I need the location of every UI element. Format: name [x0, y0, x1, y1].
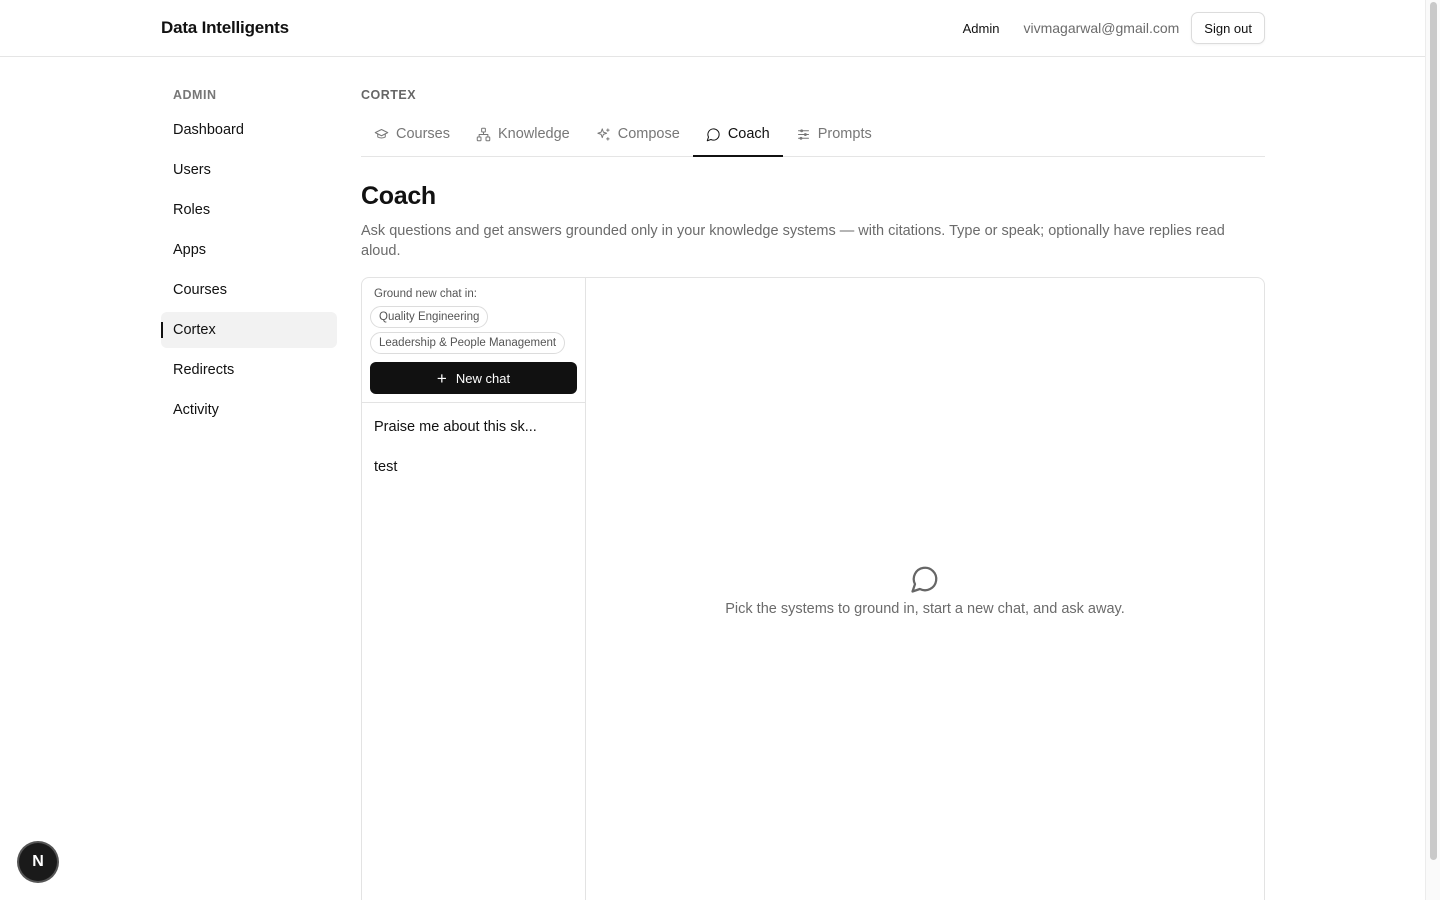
admin-link[interactable]: Admin	[963, 21, 1000, 36]
sidebar-item-apps[interactable]: Apps	[161, 232, 337, 268]
chat-history-list: Praise me about this sk... test	[362, 403, 585, 491]
message-circle-icon	[911, 566, 938, 593]
chat-area: Pick the systems to ground in, start a n…	[586, 278, 1264, 900]
sidebar-item-cortex[interactable]: Cortex	[161, 312, 337, 348]
tab-knowledge[interactable]: Knowledge	[463, 112, 583, 156]
tab-label: Compose	[617, 126, 680, 142]
page-description: Ask questions and get answers grounded o…	[361, 223, 1225, 259]
sidebar-item-activity[interactable]: Activity	[161, 392, 337, 428]
breadcrumb: CORTEX	[361, 88, 417, 102]
header-right: Admin vivmagarwal@gmail.com Sign out	[963, 12, 1265, 44]
tab-compose[interactable]: Compose	[583, 112, 693, 156]
cortex-tabs: Courses Knowledge Compose Coach Prompts	[361, 112, 1265, 157]
empty-state-message: Pick the systems to ground in, start a n…	[725, 601, 1125, 617]
chat-history-item[interactable]: Praise me about this sk...	[362, 411, 585, 451]
empty-state: Pick the systems to ground in, start a n…	[586, 564, 1264, 617]
page-scrollbar[interactable]	[1425, 0, 1440, 900]
network-icon	[476, 127, 491, 141]
new-chat-button[interactable]: + New chat	[370, 362, 577, 394]
message-circle-icon	[706, 127, 720, 141]
top-header: Data Intelligents Admin vivmagarwal@gmai…	[0, 0, 1425, 57]
user-email: vivmagarwal@gmail.com	[1023, 20, 1180, 36]
sidebar-item-roles[interactable]: Roles	[161, 192, 337, 228]
coach-panel: Ground new chat in: Quality Engineering …	[361, 277, 1265, 900]
tab-courses[interactable]: Courses	[361, 112, 463, 156]
sparkles-icon	[597, 127, 610, 141]
ground-selector: Ground new chat in: Quality Engineering …	[362, 278, 585, 403]
tab-coach[interactable]: Coach	[692, 112, 783, 157]
tab-prompts[interactable]: Prompts	[783, 112, 885, 156]
sidebar-item-dashboard[interactable]: Dashboard	[161, 112, 337, 148]
tab-label: Knowledge	[498, 126, 570, 142]
sidebar-item-courses[interactable]: Courses	[161, 272, 337, 308]
sidebar-item-users[interactable]: Users	[161, 152, 337, 188]
tab-label: Prompts	[817, 126, 872, 142]
graduation-cap-icon	[374, 128, 389, 138]
sliders-icon	[797, 128, 809, 140]
system-chip-quality-engineering[interactable]: Quality Engineering	[370, 306, 489, 328]
main-content: CORTEX Courses Knowledge Compose Coach P…	[361, 88, 1265, 261]
tab-label: Courses	[396, 126, 450, 142]
admin-sidebar: ADMIN Dashboard Users Roles Apps Courses…	[161, 88, 337, 432]
system-chip-leadership[interactable]: Leadership & People Management	[370, 332, 566, 354]
new-chat-label: New chat	[455, 370, 511, 386]
sidebar-item-redirects[interactable]: Redirects	[161, 352, 337, 388]
brand-logo[interactable]: Data Intelligents	[161, 18, 289, 38]
page-title: Coach	[361, 182, 436, 210]
plus-icon: +	[436, 368, 447, 388]
chat-sidebar: Ground new chat in: Quality Engineering …	[362, 278, 586, 900]
chat-history-item[interactable]: test	[362, 451, 585, 491]
dev-tools-badge[interactable]: N	[19, 843, 57, 881]
scrollbar-thumb[interactable]	[1430, 2, 1437, 860]
sign-out-button[interactable]: Sign out	[1191, 12, 1265, 44]
ground-label: Ground new chat in:	[374, 288, 477, 300]
tab-label: Coach	[727, 126, 770, 142]
sidebar-heading: ADMIN	[173, 88, 217, 102]
